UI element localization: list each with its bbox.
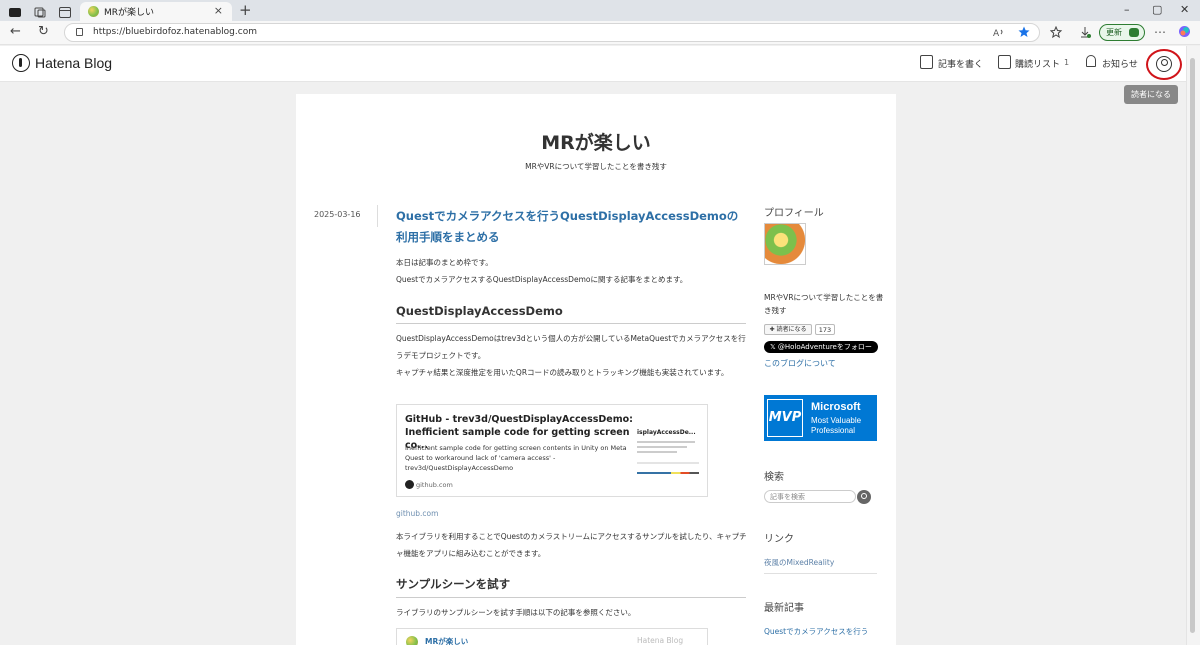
address-bar[interactable]: https://bluebirdofoz.hatenablog.com A: [64, 23, 1040, 42]
language-bar: [637, 472, 699, 474]
entry-date[interactable]: 2025-03-16: [314, 210, 361, 219]
about-blog-link[interactable]: このブログについて: [764, 358, 836, 369]
paragraph-1: QuestDisplayAccessDemoはtrev3dという個人の方が公開し…: [396, 334, 746, 360]
user-account-button[interactable]: [1146, 49, 1182, 80]
active-tab[interactable]: MRが楽しい ×: [80, 2, 232, 21]
more-menu-icon[interactable]: ⋯: [1154, 25, 1166, 39]
blog-title[interactable]: MRが楽しい: [296, 128, 896, 155]
downloads-icon[interactable]: [1079, 26, 1092, 42]
intro-line-2: QuestでカメラアクセスするQuestDisplayAccessDemoに関す…: [396, 275, 688, 284]
update-label: 更新: [1106, 28, 1122, 37]
profile-heading: プロフィール: [764, 208, 824, 219]
close-window-button[interactable]: ✕: [1180, 3, 1189, 16]
link-item[interactable]: 夜風のMixedReality: [764, 557, 834, 568]
intro-line-1: 本日は記事のまとめ枠です。: [396, 258, 493, 267]
x-follow-button[interactable]: 𝕏 @HoloAdventureをフォロー: [764, 341, 878, 353]
blog-link-card[interactable]: MRが楽しい Hatena Blog: [396, 628, 708, 645]
thumbnail-line: [637, 446, 687, 448]
recent-article-link[interactable]: Questでカメラアクセスを行う: [764, 626, 868, 637]
maximize-button[interactable]: ▢: [1152, 3, 1162, 16]
update-button[interactable]: 更新: [1099, 24, 1145, 41]
subscribe-button[interactable]: ✚ 読者になる: [764, 324, 812, 335]
svg-text:A: A: [993, 29, 1000, 38]
paragraph-3: 本ライブラリを利用することでQuestのカメラストリームにアクセスするサンプルを…: [396, 532, 747, 558]
mvp-microsoft: Microsoft: [811, 401, 861, 413]
address-toolbar: ← ↻ https://bluebirdofoz.hatenablog.com …: [0, 21, 1200, 45]
github-link-card[interactable]: GitHub - trev3d/QuestDisplayAccessDemo: …: [396, 404, 708, 497]
thumbnail-title: isplayAccessDe...: [637, 429, 696, 436]
url-text[interactable]: https://bluebirdofoz.hatenablog.com: [93, 27, 257, 37]
thumbnail-line: [637, 451, 677, 453]
blog-description: MRやVRについて学習したことを書き残す: [525, 162, 667, 171]
notifications-link[interactable]: お知らせ: [1102, 57, 1138, 70]
copilot-icon[interactable]: [1178, 25, 1191, 41]
bell-icon[interactable]: [1086, 55, 1096, 67]
search-input[interactable]: 記事を検索: [764, 490, 856, 503]
blog-favicon-icon: [406, 636, 418, 645]
reading-list-link[interactable]: 購読リスト: [1015, 57, 1060, 70]
mvp-logo: MVP: [767, 399, 803, 437]
card-thumbnail: isplayAccessDe...: [635, 419, 703, 479]
github-icon: [405, 480, 414, 489]
entry-title[interactable]: Questでカメラアクセスを行うQuestDisplayAccessDemoの利…: [396, 206, 746, 248]
tab-title: MRが楽しい: [104, 8, 155, 18]
thumbnail-line: [637, 441, 695, 443]
avatar[interactable]: [764, 223, 806, 265]
link-caption[interactable]: github.com: [396, 509, 438, 518]
user-icon: [1156, 56, 1172, 72]
thumbnail-line: [637, 462, 699, 464]
tab-actions-icon[interactable]: [58, 4, 72, 18]
back-button[interactable]: ←: [10, 24, 21, 39]
write-article-link[interactable]: 記事を書く: [938, 57, 983, 70]
card2-brand: Hatena Blog: [637, 636, 684, 645]
card-description: Inefficient sample code for getting scre…: [405, 444, 627, 472]
reader-count: 173: [815, 324, 835, 335]
section-heading-1: QuestDisplayAccessDemo: [396, 304, 746, 324]
search-heading: 検索: [764, 472, 784, 483]
update-icon: [1129, 28, 1139, 37]
hatena-logo-icon[interactable]: [12, 54, 30, 72]
lock-icon[interactable]: [76, 28, 83, 36]
reload-button[interactable]: ↻: [38, 24, 49, 39]
date-divider: [377, 205, 378, 227]
reading-list-icon[interactable]: [998, 55, 1011, 69]
paragraph-4: ライブラリのサンプルシーンを試す手順は以下の記事を参照ください。: [396, 608, 636, 617]
recent-heading: 最新記事: [764, 603, 804, 614]
favorite-star-icon[interactable]: [1018, 26, 1030, 41]
favorites-icon[interactable]: [1049, 25, 1063, 42]
profile-text: MRやVRについて学習したことを書き残す: [764, 293, 884, 315]
hatena-header: Hatena Blog 記事を書く 購読リスト 1 お知らせ: [0, 46, 1186, 82]
mvp-badge[interactable]: MVP Microsoft Most Valuable Professional: [764, 395, 877, 441]
write-icon[interactable]: [920, 55, 933, 69]
new-tab-button[interactable]: +: [239, 1, 252, 19]
minimize-button[interactable]: –: [1124, 3, 1130, 16]
blog-favicon-icon: [88, 6, 99, 17]
read-aloud-icon[interactable]: A: [993, 26, 1005, 41]
tooltip: 読者になる: [1124, 85, 1178, 104]
paragraph-2: キャプチャ結果と深度推定を用いたQRコードの読み取りとトラッキング機能も実装され…: [396, 368, 729, 377]
reading-list-count: 1: [1064, 58, 1070, 67]
profile-icon[interactable]: [8, 4, 22, 17]
search-placeholder: 記事を検索: [770, 493, 805, 501]
scrollbar-thumb[interactable]: [1190, 58, 1195, 633]
card2-title[interactable]: MRが楽しい: [425, 636, 468, 645]
section-heading-2: サンプルシーンを試す: [396, 576, 746, 598]
links-heading: リンク: [764, 534, 794, 545]
workspaces-icon[interactable]: [33, 4, 47, 18]
browser-tab-bar: MRが楽しい × + – ▢ ✕: [0, 0, 1200, 21]
mvp-title: Most Valuable Professional: [811, 416, 862, 435]
close-tab-icon[interactable]: ×: [214, 4, 223, 17]
divider: [764, 573, 877, 574]
hatena-logo-text[interactable]: Hatena Blog: [35, 55, 112, 71]
search-icon[interactable]: [857, 490, 871, 504]
card-site: github.com: [416, 481, 453, 489]
